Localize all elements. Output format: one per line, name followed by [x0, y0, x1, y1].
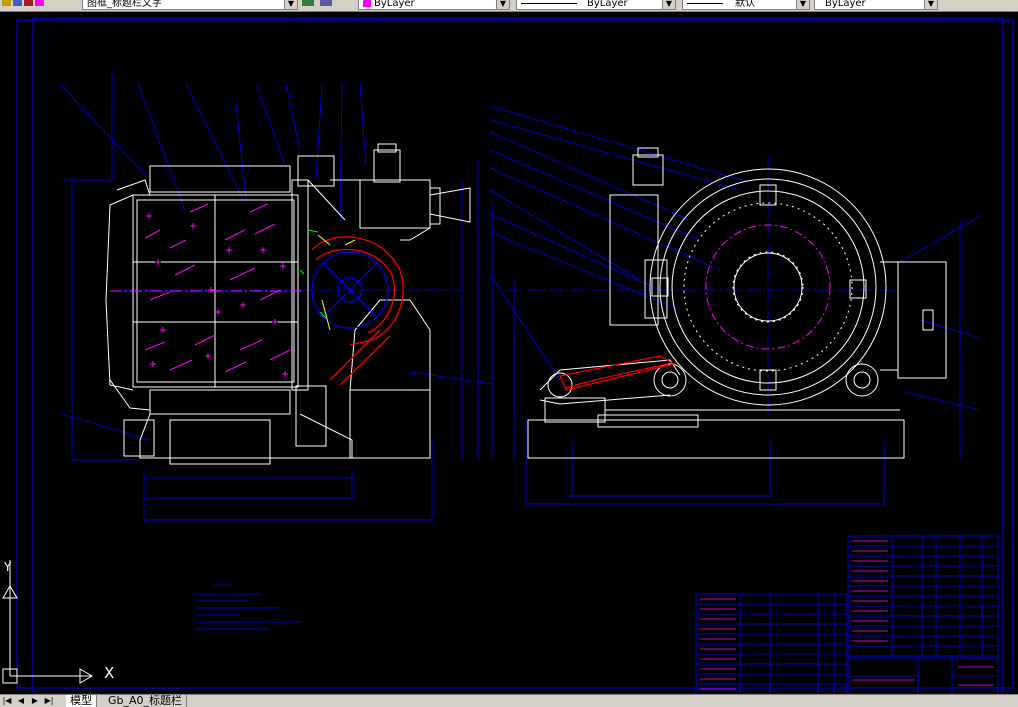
chevron-down-icon[interactable]: ▼ — [662, 0, 675, 9]
linetype-control-select[interactable]: ByLayer ▼ — [516, 0, 676, 10]
next-tab-icon[interactable]: ▶ — [30, 695, 40, 706]
last-tab-icon[interactable]: ▶| — [44, 695, 54, 706]
plot-style-value: ByLayer — [825, 0, 866, 9]
layer-tools-icons[interactable] — [302, 0, 332, 10]
bom-text-marks — [700, 540, 994, 690]
lineweight-value: 默认 — [735, 0, 755, 9]
lineweight-control-select[interactable]: 默认 ▼ — [682, 0, 810, 10]
text-style-value: 图框_标题栏文字 — [87, 0, 162, 9]
toolbar-icons-left[interactable] — [2, 0, 44, 10]
color-value: ByLayer — [374, 0, 415, 9]
lineweight-preview — [687, 2, 723, 4]
layout-tabs-bar: |◀ ◀ ▶ ▶| 模型 Gb_A0_标题栏 — [0, 694, 1018, 707]
left-view-machine — [59, 70, 493, 522]
model-space-canvas[interactable]: X Y — [0, 12, 1018, 695]
properties-toolbar: 图框_标题栏文字 ▼ ByLayer ▼ ByLayer ▼ 默认 ▼ ByLa… — [0, 0, 1018, 12]
prev-tab-icon[interactable]: ◀ — [16, 695, 26, 706]
chevron-down-icon[interactable]: ▼ — [796, 0, 809, 9]
ucs-y-label: Y — [4, 560, 12, 574]
ucs-x-label: X — [104, 664, 115, 682]
technical-notes — [196, 584, 300, 630]
chevron-down-icon[interactable]: ▼ — [496, 0, 509, 9]
tab-model[interactable]: 模型 — [66, 695, 97, 707]
first-tab-icon[interactable]: |◀ — [2, 695, 12, 706]
color-control-select[interactable]: ByLayer ▼ — [358, 0, 510, 10]
right-view-machine — [489, 105, 981, 506]
ucs-icon — [2, 560, 93, 684]
cad-drawing — [2, 17, 1014, 695]
chevron-down-icon[interactable]: ▼ — [924, 0, 937, 9]
tab-layout[interactable]: Gb_A0_标题栏 — [104, 695, 188, 707]
chevron-down-icon[interactable]: ▼ — [284, 0, 297, 9]
linetype-value: ByLayer — [587, 0, 628, 9]
linetype-preview — [521, 2, 577, 4]
layer-color-swatch — [363, 0, 371, 7]
plot-style-select[interactable]: ByLayer ▼ — [814, 0, 938, 10]
bill-of-materials — [695, 535, 999, 695]
text-style-select[interactable]: 图框_标题栏文字 ▼ — [82, 0, 298, 10]
